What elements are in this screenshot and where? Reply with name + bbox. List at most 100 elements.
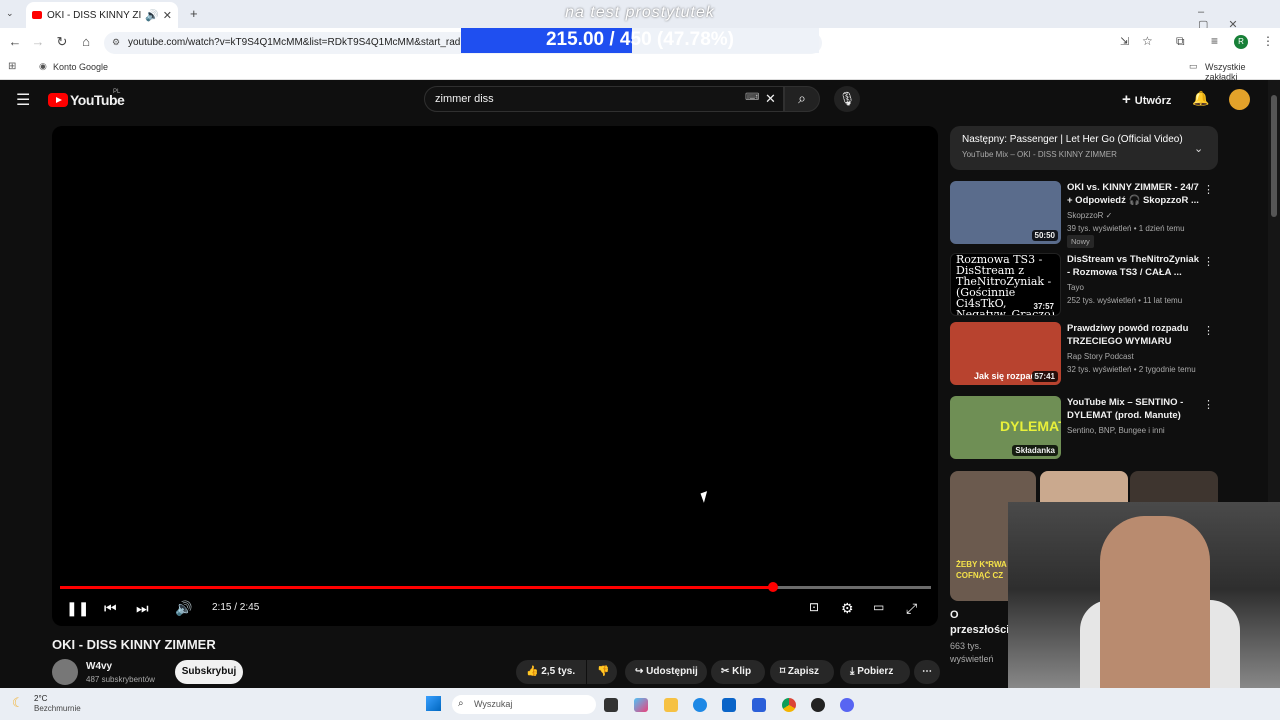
search-icon: ⌕ xyxy=(798,90,806,106)
reading-list-icon[interactable]: ≡ xyxy=(1211,34,1218,48)
browser-tab[interactable]: OKI - DISS KINNY ZIMMER 🔊 ✕ xyxy=(26,2,178,28)
taskbar-search-input[interactable]: ⌕ Wyszukaj xyxy=(452,695,596,714)
file-explorer-icon[interactable] xyxy=(664,698,678,712)
channel-name[interactable]: W4vy xyxy=(86,661,112,672)
list-item[interactable]: Jak się rozpadli 57:41 Prawdziwy powód r… xyxy=(950,322,1218,388)
share-button[interactable]: ↪ Udostępnij xyxy=(625,660,707,684)
hamburger-menu-icon[interactable]: ☰ xyxy=(16,90,30,110)
youtube-favicon-icon xyxy=(32,11,42,19)
dislike-button[interactable]: 👎 xyxy=(587,660,617,684)
subtitles-icon[interactable]: ⊡ xyxy=(809,600,819,614)
seek-bar-played xyxy=(60,586,773,589)
list-item[interactable]: Rozmowa TS3 - DisStream z TheNitroZyniak… xyxy=(950,253,1218,319)
voice-search-button[interactable]: 🎙 xyxy=(834,86,860,112)
weather-description[interactable]: Bezchmurnie xyxy=(34,704,81,713)
youtube-logo-icon[interactable] xyxy=(48,93,68,107)
more-options-icon[interactable]: ⋮ xyxy=(1203,324,1214,337)
short-thumbnail[interactable] xyxy=(1040,471,1128,505)
discord-icon[interactable] xyxy=(840,698,854,712)
volume-icon[interactable]: 🔊 xyxy=(175,600,192,617)
more-actions-icon[interactable]: ⋯ xyxy=(914,660,940,684)
moon-weather-icon[interactable]: ☾ xyxy=(12,695,24,711)
up-next-panel[interactable]: Następny: Passenger | Let Her Go (Offici… xyxy=(950,126,1218,170)
list-item[interactable]: 50:50 OKI vs. KINNY ZIMMER - 24/7 + Odpo… xyxy=(950,181,1218,248)
chrome-icon[interactable] xyxy=(782,698,796,712)
subscriber-count: 487 subskrybentów xyxy=(86,675,155,684)
all-bookmarks[interactable]: Wszystkie zakładki xyxy=(1205,62,1280,82)
search-button[interactable]: ⌕ xyxy=(784,86,820,112)
clip-button[interactable]: ✂ Klip xyxy=(711,660,765,684)
home-icon[interactable]: ⌂ xyxy=(77,34,95,49)
forward-icon[interactable]: → xyxy=(29,34,47,49)
short-title[interactable]: O przeszłości. xyxy=(950,608,1012,638)
install-app-icon[interactable]: ⇲ xyxy=(1120,35,1129,48)
video-title[interactable]: DisStream vs TheNitroZyniak - Rozmowa TS… xyxy=(1067,253,1203,279)
tab-list-chevron-icon[interactable]: ⌄ xyxy=(6,8,14,19)
notifications-bell-icon[interactable]: 🔔 xyxy=(1192,90,1209,107)
save-button[interactable]: ⌑ Zapisz xyxy=(770,660,834,684)
download-button[interactable]: ⤓ Pobierz xyxy=(840,660,910,684)
profile-avatar[interactable]: R xyxy=(1234,35,1248,49)
obs-icon[interactable] xyxy=(811,698,825,712)
list-item[interactable]: DYLEMAT Składanka YouTube Mix – SENTINO … xyxy=(950,396,1218,462)
speaker-icon[interactable]: 🔊 xyxy=(145,9,159,22)
like-button[interactable]: 👍 2,5 tys. xyxy=(516,660,586,684)
edge-icon[interactable] xyxy=(693,698,707,712)
chevron-down-icon[interactable]: ⌄ xyxy=(1194,142,1203,155)
copilot-icon[interactable] xyxy=(634,698,648,712)
outlook-icon[interactable] xyxy=(722,698,736,712)
thumbs-down-icon: 👎 xyxy=(597,666,610,677)
bookmark-star-icon[interactable]: ☆ xyxy=(1142,34,1153,48)
video-thumbnail[interactable]: DYLEMAT Składanka xyxy=(950,396,1061,459)
folder-icon: ▭ xyxy=(1189,61,1198,71)
back-icon[interactable]: ← xyxy=(6,34,24,49)
user-avatar[interactable] xyxy=(1229,89,1250,110)
previous-icon[interactable]: ⏮ xyxy=(104,600,117,617)
weather-temperature[interactable]: 2°C xyxy=(34,694,47,703)
video-thumbnail[interactable]: Rozmowa TS3 - DisStream z TheNitroZyniak… xyxy=(950,253,1061,316)
more-options-icon[interactable]: ⋮ xyxy=(1203,183,1214,196)
clear-search-icon[interactable]: ✕ xyxy=(765,91,776,107)
thumbnail-label: Jak się rozpadli xyxy=(974,371,1042,381)
search-input[interactable]: zimmer diss ⌨ ✕ xyxy=(424,86,784,112)
apps-grid-icon[interactable]: ⊞ xyxy=(8,61,16,72)
short-thumbnail[interactable] xyxy=(1130,471,1218,505)
browser-menu-icon[interactable]: ⋮ xyxy=(1262,34,1274,48)
next-icon[interactable]: ⏭ xyxy=(136,600,149,617)
keyboard-icon[interactable]: ⌨ xyxy=(745,92,759,103)
settings-gear-icon[interactable]: ⚙ xyxy=(841,600,854,617)
video-player[interactable] xyxy=(52,126,938,626)
plus-icon: + xyxy=(1122,91,1131,108)
fullscreen-icon[interactable]: ⤢ xyxy=(906,600,917,617)
task-view-icon[interactable] xyxy=(604,698,618,712)
scrollbar-thumb[interactable] xyxy=(1271,95,1277,217)
taskbar-search-placeholder: Wyszukaj xyxy=(474,699,513,709)
extensions-icon[interactable]: ⧉ xyxy=(1176,34,1185,49)
channel-name[interactable]: Sentino, BNP, Bungee i inni xyxy=(1067,424,1165,437)
video-title[interactable]: Prawdziwy powód rozpadu TRZECIEGO WYMIAR… xyxy=(1067,322,1203,348)
channel-name[interactable]: Rap Story Podcast xyxy=(1067,350,1134,363)
microphone-icon: 🎙 xyxy=(838,91,856,106)
video-title[interactable]: YouTube Mix – SENTINO - DYLEMAT (prod. M… xyxy=(1067,396,1203,422)
more-options-icon[interactable]: ⋮ xyxy=(1203,398,1214,411)
video-title[interactable]: OKI vs. KINNY ZIMMER - 24/7 + Odpowiedź … xyxy=(1067,181,1203,207)
subscribe-button[interactable]: Subskrybuj xyxy=(175,660,243,684)
channel-name[interactable]: Tayo xyxy=(1067,281,1084,294)
video-title: OKI - DISS KINNY ZIMMER xyxy=(52,637,216,652)
site-info-icon[interactable]: ⚙ xyxy=(112,37,120,48)
video-thumbnail[interactable]: Jak się rozpadli 57:41 xyxy=(950,322,1061,385)
more-options-icon[interactable]: ⋮ xyxy=(1203,255,1214,268)
create-button[interactable]: + Utwórz xyxy=(1122,91,1171,108)
reload-icon[interactable]: ↻ xyxy=(53,34,71,50)
video-thumbnail[interactable]: 50:50 xyxy=(950,181,1061,244)
new-tab-icon[interactable]: + xyxy=(190,6,198,21)
store-icon[interactable] xyxy=(752,698,766,712)
bookmark-google-account[interactable]: Konto Google xyxy=(53,62,108,72)
channel-name[interactable]: SkopzzoR ✓ xyxy=(1067,209,1112,222)
seek-bar-handle[interactable] xyxy=(767,582,778,592)
channel-avatar[interactable] xyxy=(52,659,78,685)
pause-icon[interactable]: ❚❚ xyxy=(66,600,89,617)
theater-mode-icon[interactable]: ▭ xyxy=(873,600,884,614)
close-tab-icon[interactable]: ✕ xyxy=(163,9,172,22)
windows-start-icon[interactable] xyxy=(426,696,441,711)
